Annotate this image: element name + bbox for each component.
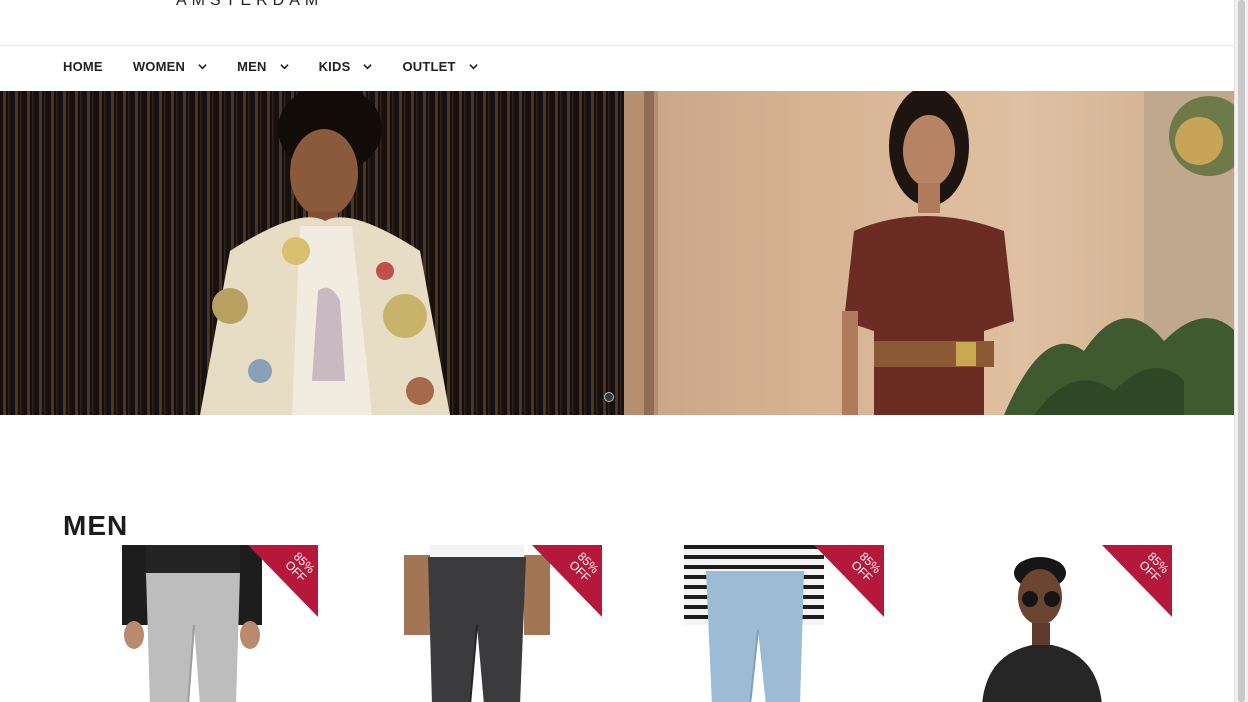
chevron-down-icon[interactable] — [198, 62, 207, 71]
nav-item-label: KIDS — [318, 59, 351, 74]
slider-dot[interactable] — [604, 392, 614, 402]
chevron-down-icon[interactable] — [468, 62, 478, 71]
nav-item-home[interactable]: HOME — [63, 59, 103, 74]
scrollbar-thumb[interactable] — [1238, 0, 1245, 702]
nav-item-label: HOME — [63, 59, 103, 74]
nav-item-label: WOMEN — [132, 59, 186, 74]
hero-image-woman[interactable]: woman-in-patterned-dress — [624, 91, 1235, 415]
brand-wordmark[interactable]: AMSTERDAM — [176, 0, 323, 10]
header-divider — [0, 45, 1235, 46]
chevron-down-icon[interactable] — [279, 62, 289, 71]
nav-item-men[interactable]: MEN — [237, 59, 289, 74]
discount-badge: 85% OFF — [532, 545, 602, 617]
nav-item-label: OUTLET — [402, 59, 456, 74]
discount-badge: 85% OFF — [248, 545, 318, 617]
main-navigation: HOME WOMEN MEN KIDS OUTLET — [63, 59, 508, 74]
hero-woman-illustration — [624, 91, 1235, 415]
product-card[interactable]: 85% OFF — [118, 545, 318, 702]
nav-item-women[interactable]: WOMEN — [133, 59, 207, 74]
page: AMSTERDAM HOME WOMEN MEN KIDS OUTLET MEN… — [0, 0, 1235, 702]
nav-item-kids[interactable]: KIDS — [319, 59, 373, 74]
product-card[interactable]: 85% OFF — [684, 545, 884, 702]
hero-banner[interactable]: woman-in-patterned-dress — [0, 91, 1235, 415]
chevron-down-icon[interactable] — [363, 62, 373, 71]
product-card[interactable]: 85% OFF — [402, 545, 602, 702]
section-title: MEN — [63, 510, 129, 542]
hero-image-man[interactable] — [0, 91, 624, 415]
product-card[interactable]: 85% OFF — [972, 545, 1172, 702]
discount-badge: 85% OFF — [1102, 545, 1172, 617]
nav-item-label: MEN — [237, 59, 267, 74]
nav-item-outlet[interactable]: OUTLET — [402, 59, 478, 74]
scrollbar[interactable] — [1234, 0, 1248, 702]
hero-man-illustration — [0, 91, 624, 415]
discount-badge: 85% OFF — [814, 545, 884, 617]
